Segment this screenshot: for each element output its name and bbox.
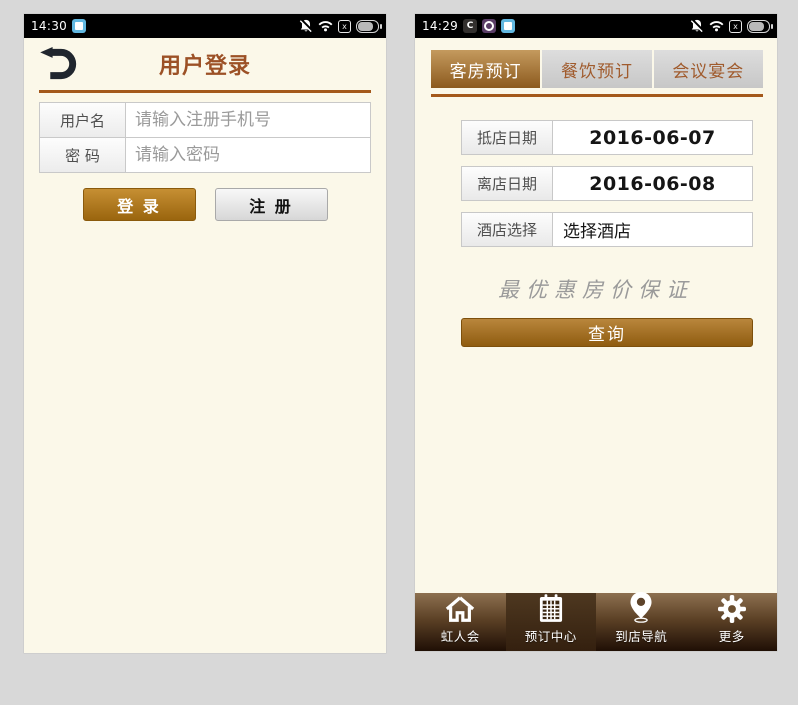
nav-item-navigation[interactable]: 到店导航 [596,593,687,651]
back-arrow-icon [39,69,77,84]
purple-app-icon [482,19,496,33]
blue-app-icon [72,19,86,33]
checkout-date-row[interactable]: 离店日期 2016-06-08 [461,166,753,201]
tab-meeting-banquet[interactable]: 会议宴会 [654,50,763,88]
password-input[interactable] [126,138,370,172]
best-price-slogan: 最优惠房价保证 [415,274,777,304]
header-divider [39,90,371,93]
sim-missing-icon: x [729,20,742,33]
mute-icon [299,19,313,33]
status-bar: 14:30 x [24,14,386,38]
wifi-icon [709,20,724,32]
dark-app-icon: C [463,19,477,33]
booking-tabs: 客房预订 餐饮预订 会议宴会 [431,50,763,88]
gear-icon [718,594,746,623]
battery-icon [356,20,379,33]
status-time: 14:30 [31,19,67,33]
battery-icon [747,20,770,33]
login-button[interactable]: 登 录 [83,188,196,221]
login-screen: 14:30 x 用户登录 [24,14,386,653]
screenshot-canvas: 14:30 x 用户登录 [0,0,798,705]
password-row: 密 码 [40,137,370,172]
nav-item-membership[interactable]: 虹人会 [415,593,506,651]
username-input[interactable] [126,103,370,137]
location-pin-icon [629,593,653,623]
booking-form: 抵店日期 2016-06-07 离店日期 2016-06-08 酒店选择 选择酒… [461,120,753,247]
tabs-divider [431,94,763,97]
tab-room-booking[interactable]: 客房预订 [431,50,540,88]
checkin-date-row[interactable]: 抵店日期 2016-06-07 [461,120,753,155]
search-button[interactable]: 查询 [461,318,753,347]
home-icon [445,594,475,623]
hotel-select-row[interactable]: 酒店选择 选择酒店 [461,212,753,247]
checkout-date-label: 离店日期 [462,167,553,200]
mute-icon [690,19,704,33]
bottom-nav: 虹人会 预订中心 到店导航 更多 [415,593,777,651]
blue-app-icon [501,19,515,33]
password-label: 密 码 [40,138,126,172]
nav-item-booking-center[interactable]: 预订中心 [506,593,597,651]
checkin-date-label: 抵店日期 [462,121,553,154]
status-bar: 14:29 C x [415,14,777,38]
sim-missing-icon: x [338,20,351,33]
checkout-date-value: 2016-06-08 [553,167,752,200]
login-header: 用户登录 [24,38,386,90]
username-row: 用户名 [40,103,370,137]
login-form: 用户名 密 码 [39,102,371,173]
hotel-select-label: 酒店选择 [462,213,553,246]
booking-screen: 14:29 C x 客房预订 餐饮预订 会议宴会 [415,14,777,651]
back-button[interactable] [38,47,78,83]
checkin-date-value: 2016-06-07 [553,121,752,154]
page-title: 用户登录 [159,48,251,80]
username-label: 用户名 [40,103,126,137]
hotel-select-value: 选择酒店 [553,213,752,246]
nav-item-more[interactable]: 更多 [687,593,778,651]
tab-dining-booking[interactable]: 餐饮预订 [542,50,651,88]
wifi-icon [318,20,333,32]
status-time: 14:29 [422,19,458,33]
booking-icon [539,594,563,623]
register-button[interactable]: 注 册 [215,188,328,221]
